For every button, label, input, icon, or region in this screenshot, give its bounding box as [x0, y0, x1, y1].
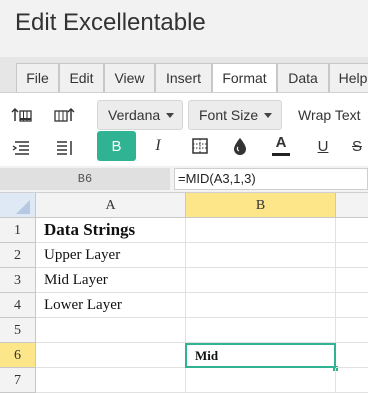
cell-c4[interactable] — [336, 293, 368, 318]
cell-a4[interactable]: Lower Layer — [36, 293, 186, 318]
row-header-6[interactable]: 6 — [0, 343, 36, 368]
column-header-b[interactable]: B — [186, 193, 336, 218]
borders-glyph — [192, 138, 208, 154]
cell-c1[interactable] — [336, 218, 368, 243]
cell-b3[interactable] — [186, 268, 336, 293]
formula-input[interactable]: =MID(A3,1,3) — [174, 168, 368, 190]
font-size-value: Font Size — [199, 107, 259, 123]
column-header-c[interactable] — [336, 193, 368, 218]
underline-button[interactable]: U — [308, 131, 338, 161]
cell-c6[interactable] — [336, 343, 368, 368]
column-header-a[interactable]: A — [36, 193, 186, 218]
cell-c7[interactable] — [336, 368, 368, 393]
cell-b2[interactable] — [186, 243, 336, 268]
delete-row-icon[interactable] — [8, 135, 36, 161]
formula-bar: B6 =MID(A3,1,3) — [0, 166, 368, 193]
row-header-4[interactable]: 4 — [0, 293, 36, 318]
tab-help[interactable]: Help — [329, 63, 368, 92]
cell-b1[interactable] — [186, 218, 336, 243]
cell-a6[interactable] — [36, 343, 186, 368]
cell-a5[interactable] — [36, 318, 186, 343]
row-header-3[interactable]: 3 — [0, 268, 36, 293]
insert-row-above-glyph — [11, 107, 32, 122]
font-color-label: A — [275, 134, 287, 151]
italic-button[interactable]: I — [143, 131, 173, 161]
insert-column-glyph — [54, 107, 75, 122]
delete-row-glyph — [12, 141, 29, 155]
cell-c5[interactable] — [336, 318, 368, 343]
tab-format[interactable]: Format — [212, 63, 277, 93]
cell-c2[interactable] — [336, 243, 368, 268]
delete-column-icon[interactable] — [50, 135, 78, 161]
tab-file[interactable]: File — [16, 63, 59, 92]
font-size-dropdown[interactable]: Font Size — [188, 100, 282, 130]
cell-a1[interactable]: Data Strings — [36, 218, 186, 243]
chevron-down-icon — [166, 112, 175, 118]
row-header-1[interactable]: 1 — [0, 218, 36, 243]
font-family-dropdown[interactable]: Verdana — [97, 100, 183, 130]
tab-view[interactable]: View — [104, 63, 155, 92]
cell-a3[interactable]: Mid Layer — [36, 268, 186, 293]
tab-edit[interactable]: Edit — [59, 63, 104, 92]
insert-column-icon[interactable] — [50, 103, 78, 129]
cell-b7[interactable] — [186, 368, 336, 393]
row-header-7[interactable]: 7 — [0, 368, 36, 393]
select-all-icon — [16, 200, 30, 214]
spreadsheet-grid: A B 1 2 3 4 5 6 7 Data Strings Upper Lay… — [0, 193, 368, 393]
row-header-2[interactable]: 2 — [0, 243, 36, 268]
font-family-value: Verdana — [108, 107, 161, 123]
cell-b4[interactable] — [186, 293, 336, 318]
strikethrough-button[interactable]: S — [352, 131, 368, 161]
tab-data[interactable]: Data — [277, 63, 329, 92]
bold-button[interactable]: B — [97, 131, 136, 161]
delete-column-glyph — [57, 141, 72, 155]
app-title: Edit Excellentable — [15, 9, 206, 36]
menu-bar: File Edit View Insert Format Data Help — [0, 57, 368, 93]
cell-b6-selected[interactable]: Mid — [185, 343, 336, 368]
font-color-swatch — [272, 153, 290, 156]
cell-a7[interactable] — [36, 368, 186, 393]
row-header-5[interactable]: 5 — [0, 318, 36, 343]
select-all-corner[interactable] — [0, 193, 36, 218]
insert-row-above-icon[interactable] — [8, 103, 36, 129]
cell-reference-box[interactable]: B6 — [0, 168, 170, 190]
title-bar: Edit Excellentable — [0, 0, 368, 57]
fill-color-glyph — [234, 138, 246, 155]
cell-a2[interactable]: Upper Layer — [36, 243, 186, 268]
fill-color-icon[interactable] — [225, 131, 255, 161]
chevron-down-icon — [264, 112, 273, 118]
wrap-text-button[interactable]: Wrap Text — [292, 100, 368, 130]
cell-b5[interactable] — [186, 318, 336, 343]
borders-icon[interactable] — [185, 131, 215, 161]
font-color-button[interactable]: A — [266, 131, 296, 161]
format-ribbon: Verdana Font Size Wrap Text B I A U S — [0, 92, 368, 167]
cell-c3[interactable] — [336, 268, 368, 293]
tab-insert[interactable]: Insert — [155, 63, 212, 92]
